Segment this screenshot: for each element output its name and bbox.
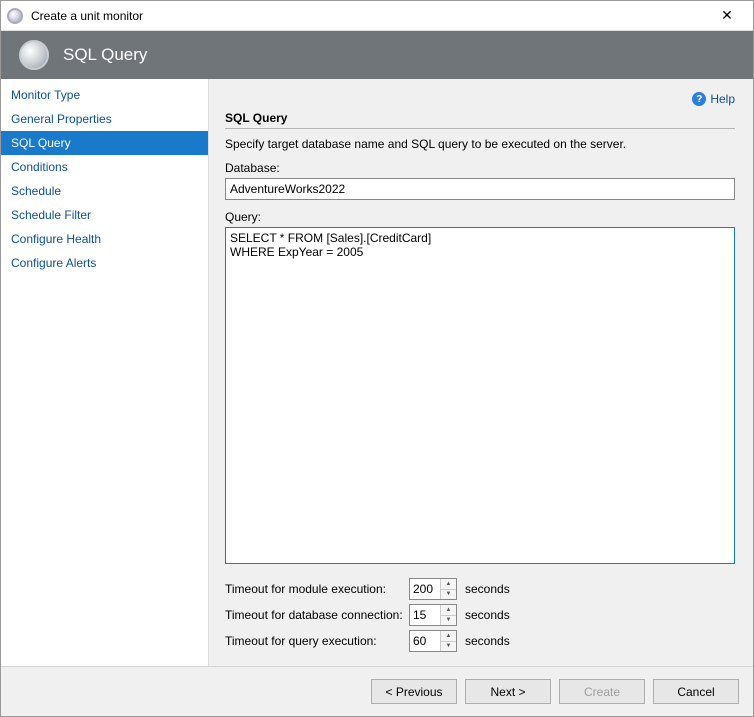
query-label: Query: — [225, 210, 735, 224]
database-input[interactable] — [225, 178, 735, 200]
content-area: Monitor Type General Properties SQL Quer… — [1, 79, 753, 666]
timeout-module-unit: seconds — [465, 582, 510, 596]
wizard-step-title: SQL Query — [63, 45, 147, 65]
sidebar-item-configure-health[interactable]: Configure Health — [1, 227, 208, 251]
spinner-up-icon[interactable]: ▲ — [441, 579, 456, 590]
section-title: SQL Query — [225, 111, 735, 129]
help-row: ? Help — [225, 87, 735, 111]
wizard-sidebar: Monitor Type General Properties SQL Quer… — [1, 79, 209, 666]
database-label: Database: — [225, 161, 735, 175]
sidebar-item-schedule-filter[interactable]: Schedule Filter — [1, 203, 208, 227]
timeout-db-spinner[interactable]: ▲ ▼ — [409, 604, 457, 626]
sidebar-item-configure-alerts[interactable]: Configure Alerts — [1, 251, 208, 275]
next-button[interactable]: Next > — [465, 679, 551, 704]
spinner-up-icon[interactable]: ▲ — [441, 605, 456, 616]
timeout-query-label: Timeout for query execution: — [225, 634, 409, 648]
timeout-query-input[interactable] — [410, 631, 440, 651]
timeout-module-label: Timeout for module execution: — [225, 582, 409, 596]
sidebar-item-schedule[interactable]: Schedule — [1, 179, 208, 203]
timeout-db-unit: seconds — [465, 608, 510, 622]
timeout-module-input[interactable] — [410, 579, 440, 599]
window-title: Create a unit monitor — [31, 9, 143, 23]
spinner-buttons: ▲ ▼ — [440, 605, 456, 625]
wizard-header: SQL Query — [1, 31, 753, 79]
timeout-db-label: Timeout for database connection: — [225, 608, 409, 622]
app-icon — [7, 8, 23, 24]
cancel-button[interactable]: Cancel — [653, 679, 739, 704]
close-button[interactable]: ✕ — [707, 1, 747, 31]
create-button: Create — [559, 679, 645, 704]
main-panel: ? Help SQL Query Specify target database… — [209, 79, 753, 666]
spinner-down-icon[interactable]: ▼ — [441, 616, 456, 626]
previous-button[interactable]: < Previous — [371, 679, 457, 704]
sidebar-item-conditions[interactable]: Conditions — [1, 155, 208, 179]
spinner-down-icon[interactable]: ▼ — [441, 590, 456, 600]
timeout-query-unit: seconds — [465, 634, 510, 648]
wizard-icon — [19, 40, 49, 70]
sidebar-item-sql-query[interactable]: SQL Query — [1, 131, 208, 155]
spinner-up-icon[interactable]: ▲ — [441, 631, 456, 642]
sidebar-item-general-properties[interactable]: General Properties — [1, 107, 208, 131]
timeout-db-input[interactable] — [410, 605, 440, 625]
spinner-buttons: ▲ ▼ — [440, 631, 456, 651]
titlebar: Create a unit monitor ✕ — [1, 1, 753, 31]
timeout-db-row: Timeout for database connection: ▲ ▼ sec… — [225, 602, 735, 628]
sidebar-item-monitor-type[interactable]: Monitor Type — [1, 83, 208, 107]
timeout-query-row: Timeout for query execution: ▲ ▼ seconds — [225, 628, 735, 654]
spinner-down-icon[interactable]: ▼ — [441, 642, 456, 652]
spinner-buttons: ▲ ▼ — [440, 579, 456, 599]
timeout-module-row: Timeout for module execution: ▲ ▼ second… — [225, 576, 735, 602]
timeout-query-spinner[interactable]: ▲ ▼ — [409, 630, 457, 652]
query-textarea[interactable] — [225, 227, 735, 564]
help-link[interactable]: Help — [710, 92, 735, 106]
section-subtitle: Specify target database name and SQL que… — [225, 137, 735, 151]
help-icon: ? — [692, 92, 706, 106]
wizard-footer: < Previous Next > Create Cancel — [1, 666, 753, 716]
timeout-module-spinner[interactable]: ▲ ▼ — [409, 578, 457, 600]
